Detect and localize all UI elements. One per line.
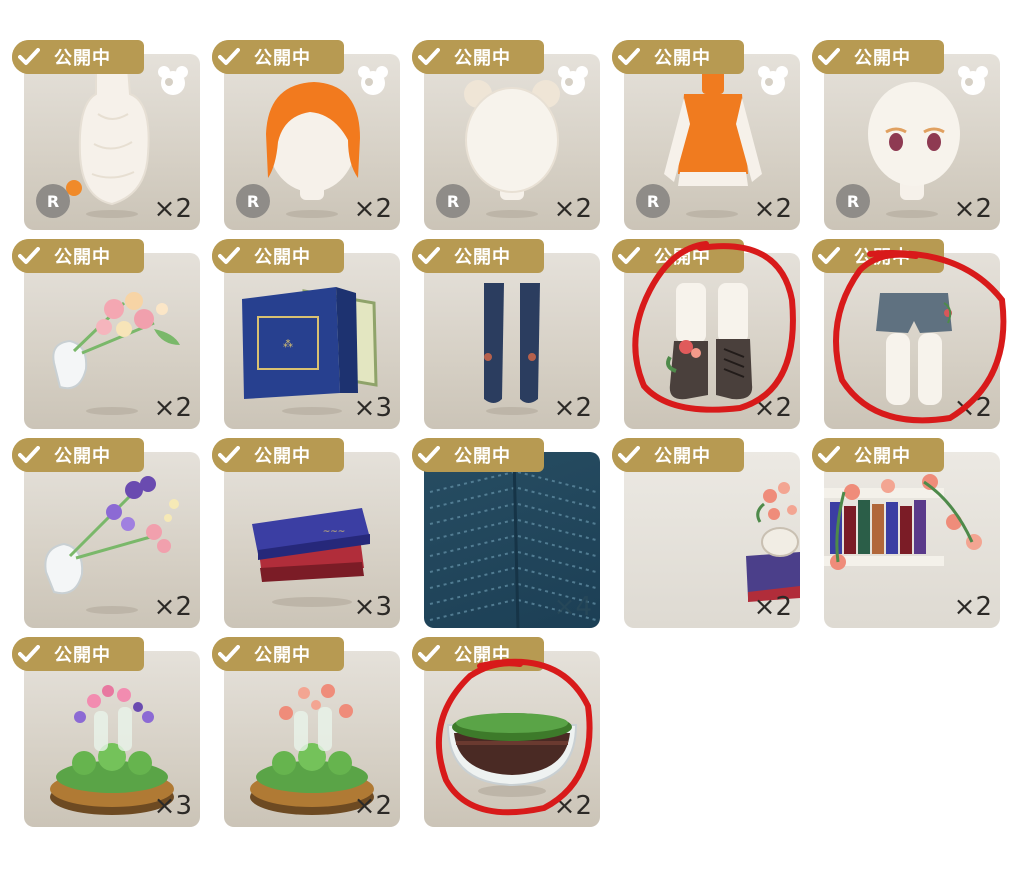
check-icon — [212, 438, 246, 472]
check-icon — [212, 40, 246, 74]
item-count: ×2 — [753, 592, 792, 622]
check-icon — [612, 40, 646, 74]
check-icon — [412, 637, 446, 671]
item-count: ×2 — [553, 393, 592, 423]
item-card[interactable]: 公開中 ×2 — [812, 239, 1000, 429]
status-tag: 公開中 — [212, 239, 344, 273]
item-count: ×3 — [153, 791, 192, 821]
rarity-badge: R — [36, 184, 70, 218]
check-icon — [412, 438, 446, 472]
item-count: ×2 — [353, 791, 392, 821]
check-icon — [612, 438, 646, 472]
status-tag: 公開中 — [412, 40, 544, 74]
check-icon — [12, 438, 46, 472]
item-count: ×2 — [153, 393, 192, 423]
item-count: ×2 — [153, 592, 192, 622]
rarity-badge: R — [636, 184, 670, 218]
item-card[interactable]: 公開中 ×3 — [12, 637, 200, 827]
check-icon — [612, 239, 646, 273]
item-count: ×3 — [353, 393, 392, 423]
item-card[interactable]: 公開中 R ×2 — [612, 40, 800, 230]
check-icon — [812, 438, 846, 472]
item-card[interactable]: 公開中 ~~~ ×3 — [212, 438, 400, 628]
status-tag: 公開中 — [612, 239, 744, 273]
item-count: ×4 — [553, 592, 592, 622]
item-card[interactable]: 公開中 R ×2 — [212, 40, 400, 230]
rarity-badge: R — [836, 184, 870, 218]
item-card[interactable]: 公開中 ×2 — [212, 637, 400, 827]
item-card[interactable]: 公開中 ×4 — [412, 438, 600, 628]
bear-icon — [358, 66, 388, 95]
item-count: ×2 — [953, 194, 992, 224]
bear-icon — [758, 66, 788, 95]
bear-icon — [158, 66, 188, 95]
item-card[interactable]: 公開中 ⁂ ×3 — [212, 239, 400, 429]
status-tag: 公開中 — [412, 438, 544, 472]
svg-text:~~~: ~~~ — [323, 527, 346, 537]
svg-text:⁂: ⁂ — [283, 338, 293, 350]
item-count: ×2 — [753, 194, 792, 224]
status-tag: 公開中 — [12, 438, 144, 472]
item-card[interactable]: 公開中 R ×2 — [812, 40, 1000, 230]
check-icon — [12, 637, 46, 671]
item-count: ×2 — [353, 194, 392, 224]
item-count: ×2 — [753, 393, 792, 423]
status-tag: 公開中 — [812, 438, 944, 472]
status-tag: 公開中 — [812, 40, 944, 74]
status-tag: 公開中 — [612, 40, 744, 74]
status-tag: 公開中 — [12, 637, 144, 671]
item-count: ×2 — [953, 592, 992, 622]
rarity-badge: R — [436, 184, 470, 218]
item-card[interactable]: 公開中 R ×2 — [412, 40, 600, 230]
status-tag: 公開中 — [212, 637, 344, 671]
item-count: ×2 — [953, 393, 992, 423]
item-count: ×2 — [153, 194, 192, 224]
item-count: ×2 — [553, 194, 592, 224]
item-card[interactable]: 公開中 ×2 — [812, 438, 1000, 628]
item-card[interactable]: 公開中 R ×2 — [12, 40, 200, 230]
status-tag: 公開中 — [812, 239, 944, 273]
check-icon — [12, 239, 46, 273]
item-count: ×2 — [553, 791, 592, 821]
status-tag: 公開中 — [412, 637, 544, 671]
bear-icon — [558, 66, 588, 95]
status-tag: 公開中 — [12, 40, 144, 74]
status-tag: 公開中 — [12, 239, 144, 273]
rarity-badge: R — [236, 184, 270, 218]
check-icon — [12, 40, 46, 74]
check-icon — [412, 40, 446, 74]
item-card[interactable]: 公開中 ×2 — [612, 239, 800, 429]
item-card[interactable]: 公開中 ×2 — [12, 438, 200, 628]
item-count: ×3 — [353, 592, 392, 622]
check-icon — [812, 40, 846, 74]
item-card[interactable]: 公開中 ×2 — [12, 239, 200, 429]
item-card[interactable]: 公開中 ×2 — [612, 438, 800, 628]
status-tag: 公開中 — [612, 438, 744, 472]
status-tag: 公開中 — [212, 438, 344, 472]
check-icon — [412, 239, 446, 273]
item-card[interactable]: 公開中 ×2 — [412, 637, 600, 827]
item-card[interactable]: 公開中 ×2 — [412, 239, 600, 429]
item-grid: 公開中 R ×2 公開中 R ×2 公開中 R ×2 公開中 R ×2 公開中 … — [0, 0, 1024, 879]
status-tag: 公開中 — [212, 40, 344, 74]
check-icon — [212, 637, 246, 671]
status-tag: 公開中 — [412, 239, 544, 273]
check-icon — [812, 239, 846, 273]
check-icon — [212, 239, 246, 273]
bear-icon — [958, 66, 988, 95]
